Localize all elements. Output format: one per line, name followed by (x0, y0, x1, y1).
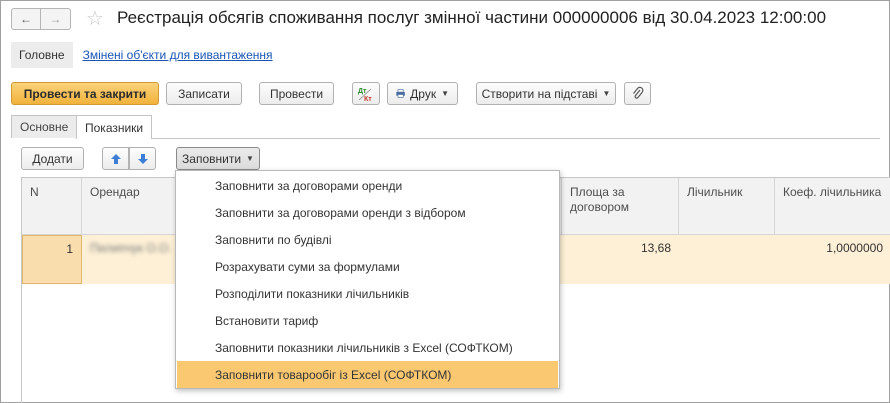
menu-item-calc-formulas[interactable]: Розрахувати суми за формулами (177, 253, 558, 280)
chevron-down-icon: ▼ (602, 89, 611, 98)
post-button[interactable]: Провести (259, 82, 334, 105)
menu-item-fill-by-contracts-filter[interactable]: Заповнити за договорами оренди з відборо… (177, 199, 558, 226)
move-up-button[interactable] (102, 147, 129, 170)
back-button[interactable]: ← (11, 8, 41, 30)
menu-item-fill-counters-excel[interactable]: Заповнити показники лічильників з Excel … (177, 334, 558, 361)
sections-bar: Головне Змінені об'єкти для вивантаження (11, 42, 273, 68)
add-row-label: Додати (32, 151, 73, 166)
attach-button[interactable] (624, 82, 651, 105)
menu-item-distribute-counters[interactable]: Розподілити показники лічильників (177, 280, 558, 307)
column-header-area[interactable]: Площа за договором (562, 178, 679, 235)
cell-coef[interactable]: 1,0000000 (775, 235, 890, 284)
menu-item-set-tariff[interactable]: Встановити тариф (177, 307, 558, 334)
chevron-down-icon: ▼ (441, 89, 449, 98)
menu-item-fill-by-building[interactable]: Заповнити по будівлі (177, 226, 558, 253)
menu-item-fill-by-contracts[interactable]: Заповнити за договорами оренди (177, 172, 558, 199)
save-button[interactable]: Записати (166, 82, 242, 105)
column-header-coef[interactable]: Коеф. лічильника (775, 178, 890, 235)
forward-button[interactable]: → (41, 8, 71, 30)
arrow-down-icon (137, 153, 148, 164)
post-and-close-button[interactable]: Провести та закрити (11, 82, 159, 105)
cell-counter[interactable] (679, 235, 775, 284)
dt-kt-button[interactable]: Дт Кт (352, 82, 380, 105)
add-row-button[interactable]: Додати (21, 147, 84, 170)
section-main[interactable]: Головне (11, 42, 73, 68)
menu-item-fill-turnover-excel[interactable]: Заповнити товарообіг із Excel (СОФТКОМ) (177, 361, 558, 388)
chevron-down-icon: ▼ (246, 154, 254, 163)
move-down-button[interactable] (129, 147, 156, 170)
printer-icon (396, 89, 405, 98)
fill-dropdown-menu: Заповнити за договорами оренди Заповнити… (175, 170, 560, 389)
print-label: Друк (410, 86, 437, 101)
tab-main[interactable]: Основне (11, 115, 77, 138)
fill-button[interactable]: Заповнити ▼ (176, 147, 260, 170)
post-label: Провести (269, 86, 324, 101)
tab-main-label: Основне (20, 120, 69, 134)
create-based-on-label: Створити на підставі (481, 86, 598, 101)
dt-kt-icon: Дт Кт (358, 88, 372, 102)
cell-n[interactable]: 1 (22, 235, 82, 284)
tab-divider (152, 138, 880, 139)
column-header-n[interactable]: N (22, 178, 82, 235)
column-header-counter[interactable]: Лічильник (679, 178, 775, 235)
create-based-on-button[interactable]: Створити на підставі ▼ (476, 82, 616, 105)
tab-indicators[interactable]: Показники (76, 115, 152, 139)
print-button[interactable]: Друк ▼ (387, 82, 458, 105)
tab-indicators-label: Показники (85, 120, 144, 135)
save-label: Записати (178, 86, 230, 101)
svg-text:Кт: Кт (364, 96, 372, 102)
cell-area[interactable]: 13,68 (562, 235, 679, 284)
changed-objects-link[interactable]: Змінені об'єкти для вивантаження (83, 48, 273, 62)
favorite-star-icon[interactable]: ☆ (86, 6, 104, 31)
arrow-up-icon (110, 153, 121, 164)
post-and-close-label: Провести та закрити (23, 86, 147, 101)
fill-label: Заповнити (182, 151, 242, 166)
document-title: Реєстрація обсягів споживання послуг змі… (117, 8, 827, 27)
paperclip-icon (632, 86, 643, 99)
nav-buttons: ← → (11, 8, 71, 30)
